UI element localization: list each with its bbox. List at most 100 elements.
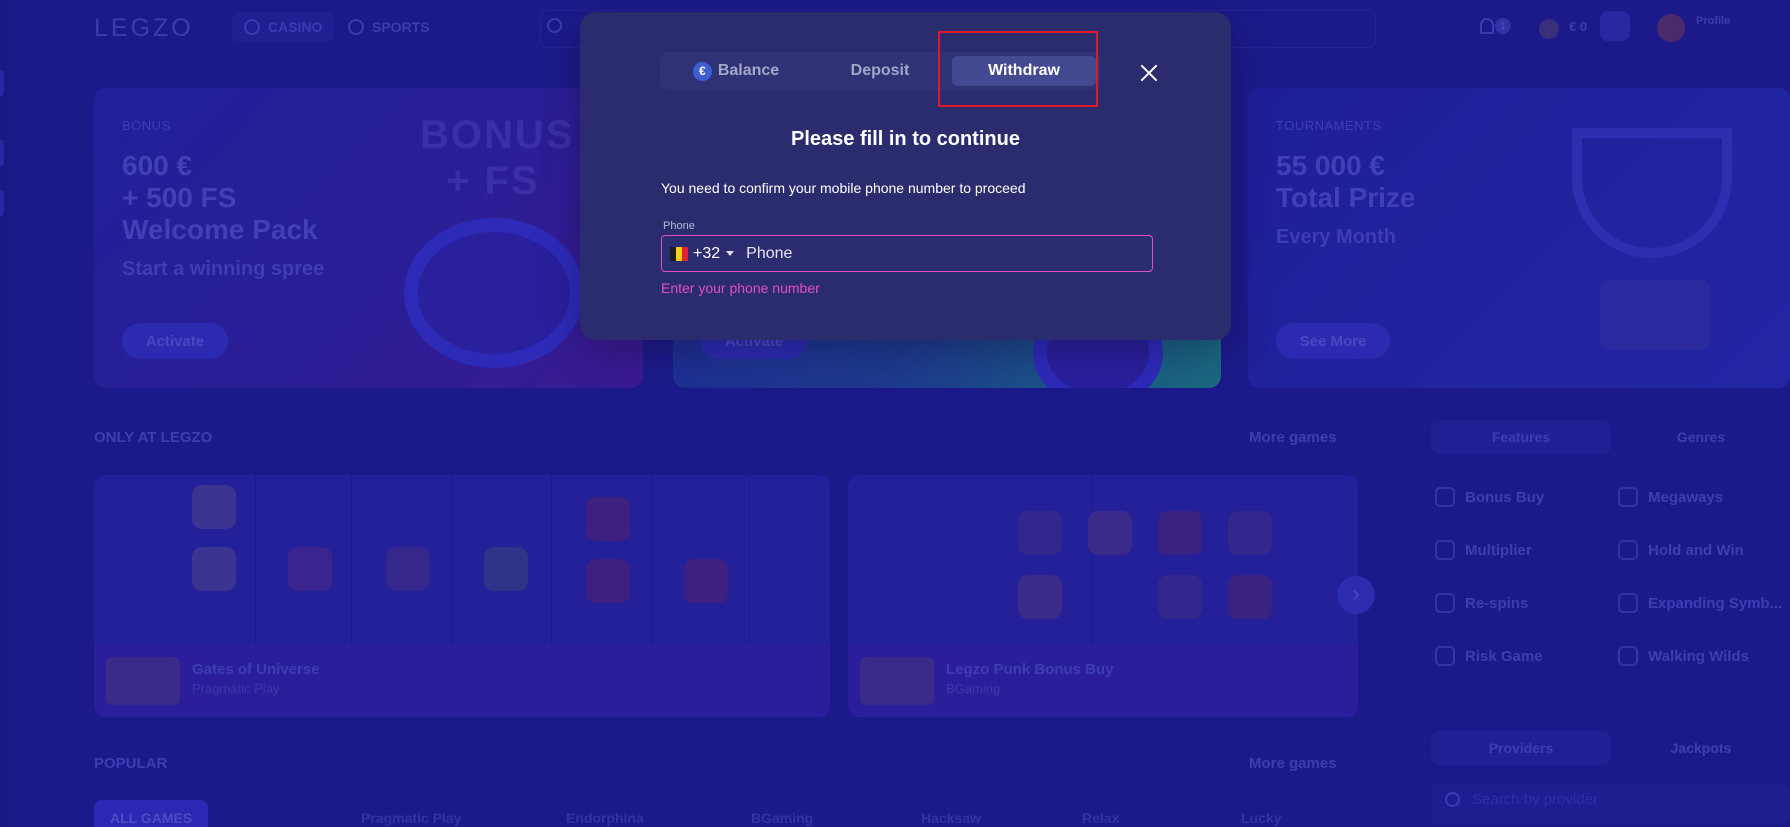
phone-field-label: Phone bbox=[663, 220, 695, 232]
game-card[interactable]: Gates of Universe Pragmatic Play bbox=[94, 475, 830, 717]
see-more-button[interactable]: See More bbox=[1276, 323, 1390, 359]
coin-icon bbox=[1539, 19, 1559, 39]
slot-symbol bbox=[288, 547, 332, 591]
game-info: Legzo Punk Bonus Buy BGaming bbox=[848, 645, 1358, 717]
belgium-flag-icon[interactable] bbox=[670, 246, 688, 261]
slot-symbol bbox=[1158, 511, 1202, 555]
tab-deposit[interactable]: Deposit bbox=[808, 56, 952, 86]
feature-risk-game[interactable]: Risk Game bbox=[1435, 646, 1543, 666]
chip-label: ALL GAMES bbox=[110, 810, 193, 826]
feature-bonus-buy[interactable]: Bonus Buy bbox=[1435, 487, 1544, 507]
chip-label: Lucky bbox=[1241, 810, 1282, 826]
chip-provider[interactable]: BGaming bbox=[735, 800, 829, 827]
tab-jackpots[interactable]: Jackpots bbox=[1611, 731, 1790, 765]
feature-label: Expanding Symb... bbox=[1648, 594, 1783, 612]
chip-provider[interactable]: Lucky bbox=[1225, 800, 1297, 827]
game-thumbnail bbox=[106, 657, 180, 705]
slot-symbol bbox=[586, 559, 630, 603]
left-rail bbox=[0, 0, 10, 827]
respin-icon bbox=[1435, 593, 1455, 613]
section-title-only-at: ONLY AT LEGZO bbox=[94, 429, 213, 446]
modal-title: Please fill in to continue bbox=[791, 128, 1020, 150]
promo-tag: BONUS bbox=[122, 118, 171, 133]
nav-tab-casino[interactable]: CASINO bbox=[232, 12, 335, 42]
chip-provider[interactable]: Pragmatic Play bbox=[345, 800, 477, 827]
avatar[interactable] bbox=[1657, 14, 1685, 42]
phone-error-message: Enter your phone number bbox=[661, 280, 820, 296]
promo-tag: TOURNAMENTS bbox=[1276, 118, 1382, 133]
profile-label[interactable]: Profile bbox=[1696, 15, 1730, 27]
chip-label: BGaming bbox=[751, 810, 814, 826]
feature-re-spins[interactable]: Re-spins bbox=[1435, 593, 1528, 613]
game-name: Legzo Punk Bonus Buy bbox=[946, 661, 1114, 678]
bonus-ring-image bbox=[404, 218, 584, 368]
game-card[interactable]: Legzo Punk Bonus Buy BGaming bbox=[848, 475, 1358, 717]
more-games-link[interactable]: More games bbox=[1249, 429, 1337, 446]
rail-indicator bbox=[0, 190, 4, 216]
game-provider: BGaming bbox=[946, 681, 1001, 696]
chip-provider[interactable]: Endorphina bbox=[550, 800, 660, 827]
slot-symbol bbox=[684, 559, 728, 603]
tab-features[interactable]: Features bbox=[1431, 420, 1611, 454]
lightning-icon bbox=[1435, 646, 1455, 666]
bonus-art-text: + FS bbox=[446, 159, 540, 203]
slot-base-image bbox=[1600, 280, 1710, 350]
slot-symbol bbox=[1018, 511, 1062, 555]
slot-reel bbox=[1003, 475, 1093, 645]
activate-button[interactable]: Activate bbox=[122, 323, 228, 359]
feature-expanding-symbols[interactable]: Expanding Symb... bbox=[1618, 593, 1782, 613]
search-icon bbox=[547, 18, 562, 33]
slot-symbol bbox=[1228, 575, 1272, 619]
casino-icon bbox=[244, 19, 260, 35]
chip-provider[interactable]: Relax bbox=[1066, 800, 1135, 827]
tab-balance[interactable]: € Balance bbox=[664, 56, 808, 86]
promo-headline: Total Prize bbox=[1276, 182, 1416, 213]
feature-megaways[interactable]: Megaways bbox=[1618, 487, 1723, 507]
feature-hold-and-win[interactable]: Hold and Win bbox=[1618, 540, 1744, 560]
tab-genres[interactable]: Genres bbox=[1611, 420, 1790, 454]
slot-symbol bbox=[1088, 511, 1132, 555]
phone-field: +32 bbox=[661, 235, 1153, 272]
feature-label: Hold and Win bbox=[1648, 541, 1744, 559]
wallet-button[interactable] bbox=[1600, 11, 1630, 41]
phone-input[interactable] bbox=[746, 238, 1144, 269]
feature-label: Megaways bbox=[1648, 488, 1724, 506]
search-icon bbox=[1445, 792, 1460, 807]
chevron-down-icon[interactable] bbox=[726, 251, 735, 256]
tab-providers[interactable]: Providers bbox=[1431, 731, 1611, 765]
expand-icon bbox=[1618, 593, 1638, 613]
sidebar-tabs: Features Genres bbox=[1431, 420, 1790, 454]
nav-tab-sports[interactable]: SPORTS bbox=[336, 12, 442, 42]
chip-provider[interactable]: Hacksaw bbox=[905, 800, 997, 827]
diamond-icon bbox=[1435, 540, 1455, 560]
promo-headline: 600 € bbox=[122, 150, 193, 181]
close-icon[interactable] bbox=[1132, 56, 1166, 90]
promo-headline: Welcome Pack bbox=[122, 214, 318, 245]
tab-label: Deposit bbox=[850, 62, 910, 79]
feature-multiplier[interactable]: Multiplier bbox=[1435, 540, 1532, 560]
bonus-art-text: BONUS bbox=[420, 113, 575, 157]
chip-label: Hacksaw bbox=[921, 810, 981, 826]
wilds-icon bbox=[1618, 646, 1638, 666]
chip-all-games[interactable]: ALL GAMES bbox=[94, 800, 209, 827]
header-balance[interactable]: € 0 bbox=[1569, 19, 1587, 34]
promo-headline: + 500 FS bbox=[122, 182, 237, 213]
promo-headline: 55 000 € bbox=[1276, 150, 1385, 181]
slot-symbol bbox=[192, 485, 236, 529]
more-games-link[interactable]: More games bbox=[1249, 755, 1337, 772]
feature-label: Multiplier bbox=[1465, 541, 1532, 559]
carousel-next-button[interactable]: › bbox=[1337, 576, 1375, 614]
feature-walking-wilds[interactable]: Walking Wilds bbox=[1618, 646, 1749, 666]
bonus-buy-icon bbox=[1435, 487, 1455, 507]
chip-label: Pragmatic Play bbox=[361, 810, 462, 826]
notification-badge: 1 bbox=[1495, 18, 1511, 34]
game-provider: Pragmatic Play bbox=[192, 681, 280, 696]
country-code[interactable]: +32 bbox=[693, 245, 720, 263]
site-logo[interactable]: LEGZO bbox=[94, 14, 194, 43]
game-info: Gates of Universe Pragmatic Play bbox=[94, 645, 830, 717]
megaways-icon bbox=[1618, 487, 1638, 507]
game-name: Gates of Universe bbox=[192, 661, 320, 678]
bell-icon[interactable] bbox=[1480, 18, 1494, 34]
promo-card-bonus[interactable]: BONUS 600 € + 500 FS Welcome Pack Start … bbox=[94, 88, 643, 388]
chip-label: Relax bbox=[1082, 810, 1120, 826]
